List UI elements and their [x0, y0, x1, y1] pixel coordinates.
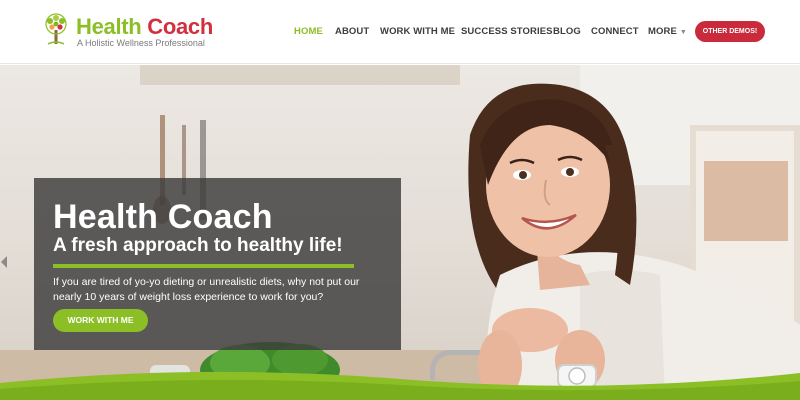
nav-item-connect[interactable]: CONNECT: [591, 26, 639, 37]
nav-item-work-with-me[interactable]: WORK WITH ME: [380, 26, 455, 37]
logo-title-coach: Coach: [147, 14, 213, 39]
chevron-left-icon[interactable]: [0, 255, 8, 269]
work-with-me-button[interactable]: WORK WITH ME: [53, 309, 148, 332]
nav-item-success-stories[interactable]: SUCCESS STORIES: [461, 26, 553, 37]
logo-title: Health Coach: [76, 14, 213, 40]
logo-title-health: Health: [76, 14, 142, 39]
nav-item-more-label: MORE: [648, 26, 677, 37]
site-header: Health Coach A Holistic Wellness Profess…: [0, 0, 800, 64]
kitchen-shelf: [140, 65, 460, 85]
hero-divider: [53, 264, 354, 268]
woman-photo: [468, 83, 800, 400]
other-demos-button[interactable]: OTHER DEMOS!: [695, 21, 765, 42]
logo-tagline: A Holistic Wellness Professional: [77, 38, 205, 48]
green-wave-divider: [0, 371, 800, 400]
hero-title: Health Coach: [53, 198, 273, 236]
hero-description: If you are tired of yo-yo dieting or unr…: [53, 276, 360, 303]
nav-item-more[interactable]: MORE ▼: [648, 26, 687, 37]
tree-logo-icon: [45, 13, 67, 45]
nav-item-blog[interactable]: BLOG: [553, 26, 581, 37]
hero-subtitle: A fresh approach to healthy life!: [53, 235, 343, 256]
hero-caption-box: Health Coach A fresh approach to healthy…: [34, 178, 401, 350]
site-logo[interactable]: Health Coach A Holistic Wellness Profess…: [40, 12, 220, 52]
nav-item-home[interactable]: HOME: [294, 26, 323, 37]
chevron-down-icon: ▼: [679, 29, 687, 36]
nav-item-about[interactable]: ABOUT: [335, 26, 369, 37]
